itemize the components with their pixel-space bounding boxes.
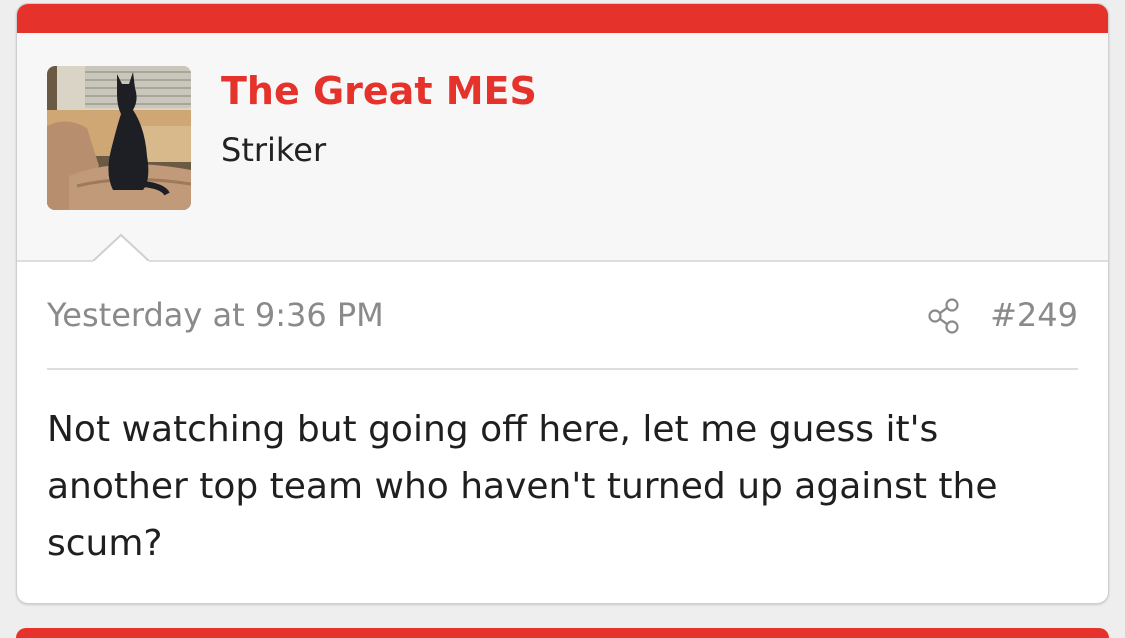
post-number-link[interactable]: #249 <box>990 296 1078 334</box>
share-icon[interactable] <box>927 298 961 334</box>
username-link[interactable]: The Great MES <box>221 69 537 113</box>
post-card: The Great MES Striker Yesterday at 9:36 … <box>16 3 1109 604</box>
user-title: Striker <box>221 131 327 169</box>
post-timestamp[interactable]: Yesterday at 9:36 PM <box>47 296 384 334</box>
post-message: Not watching but going off here, let me … <box>47 409 998 564</box>
post-header-bar <box>17 4 1108 33</box>
next-post-header-bar <box>16 628 1109 638</box>
post-meta: Yesterday at 9:36 PM #249 <box>47 262 1078 370</box>
user-info-block: The Great MES Striker <box>17 33 1108 262</box>
avatar[interactable] <box>47 66 191 210</box>
message-pointer-arrow <box>93 233 149 263</box>
avatar-image <box>47 66 191 210</box>
